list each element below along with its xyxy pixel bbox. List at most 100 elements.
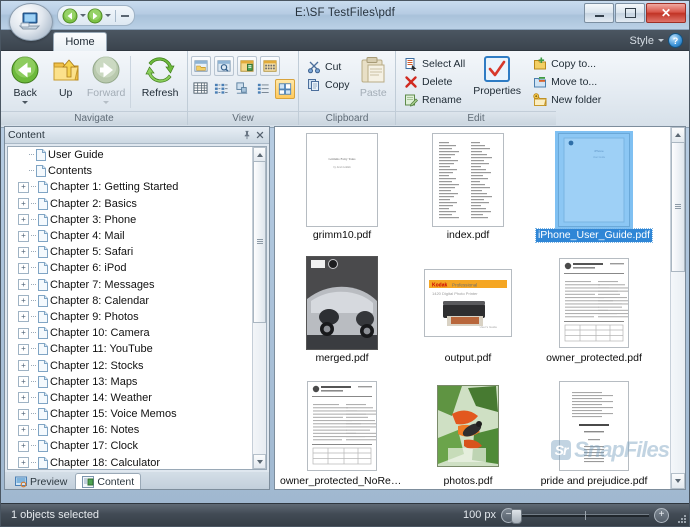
maximize-button[interactable] — [615, 3, 645, 23]
file-item[interactable]: Grimms Fairy Tales by Jacob Grimm grimm10.… — [279, 131, 405, 254]
tree-scroll-thumb[interactable] — [253, 161, 266, 323]
zoom-in-button[interactable]: + — [654, 507, 669, 523]
tree-item[interactable]: + Chapter 2: Basics — [8, 196, 253, 212]
preview-search-icon[interactable] — [214, 56, 234, 76]
file-scrollbar[interactable] — [670, 127, 685, 489]
expand-icon[interactable]: + — [18, 262, 29, 274]
expand-icon[interactable]: + — [18, 246, 29, 258]
tree-item[interactable]: + Chapter 8: Calendar — [8, 293, 253, 309]
tree-item[interactable]: + Chapter 15: Voice Memos — [8, 406, 253, 422]
expand-icon[interactable]: + — [18, 181, 29, 193]
delete-button[interactable]: Delete — [400, 73, 469, 90]
file-item[interactable]: photos.pdf — [405, 377, 531, 489]
file-item[interactable]: Kodak Professional 1420 Digital Photo Prin… — [405, 254, 531, 377]
file-scroll-down-button[interactable] — [671, 473, 685, 489]
tree-item[interactable]: + Chapter 14: Weather — [8, 390, 253, 406]
tree-item[interactable]: + Chapter 12: Stocks — [8, 357, 253, 373]
cut-button[interactable]: Cut — [303, 58, 354, 75]
tiles-icon[interactable] — [233, 79, 251, 97]
tree-item[interactable]: + Chapter 4: Mail — [8, 228, 253, 244]
tree-item[interactable]: + Chapter 11: YouTube — [8, 341, 253, 357]
file-thumbnail[interactable] — [429, 131, 507, 229]
properties-button[interactable]: Properties — [473, 53, 521, 97]
file-scroll-thumb[interactable] — [671, 142, 685, 272]
tree-scroll-up-button[interactable] — [253, 147, 266, 162]
tab-content[interactable]: Content — [75, 473, 142, 489]
file-item[interactable]: index.pdf — [405, 131, 531, 254]
file-item[interactable]: merged.pdf — [279, 254, 405, 377]
expand-icon[interactable]: + — [18, 424, 29, 436]
tree-item[interactable]: + Chapter 7: Messages — [8, 277, 253, 293]
tree-item[interactable]: + Chapter 3: Phone — [8, 212, 253, 228]
back-dropdown-arrow[interactable] — [22, 101, 29, 104]
tree-item[interactable]: + Chapter 18: Calculator — [8, 455, 253, 469]
expand-icon[interactable]: + — [18, 230, 29, 242]
file-name-label[interactable]: owner_protected_NoRes... — [278, 475, 406, 488]
tree-item[interactable]: + Chapter 1: Getting Started — [8, 179, 253, 195]
style-selector[interactable]: Style ? — [630, 33, 683, 48]
tree-item[interactable]: Contents — [8, 163, 253, 179]
file-name-label[interactable]: merged.pdf — [313, 352, 370, 365]
thumbnails-icon[interactable] — [260, 56, 280, 76]
expand-icon[interactable]: + — [18, 440, 29, 452]
file-name-label[interactable]: photos.pdf — [441, 475, 494, 488]
large-thumbnails-icon[interactable] — [275, 79, 295, 99]
help-icon[interactable]: ? — [668, 33, 683, 48]
small-icons-icon[interactable] — [254, 79, 272, 97]
tree-item[interactable]: + Chapter 6: iPod — [8, 260, 253, 276]
up-ribbon-button[interactable]: Up — [45, 53, 85, 99]
pin-icon[interactable] — [240, 129, 253, 142]
expand-icon[interactable]: + — [18, 279, 29, 291]
file-thumbnail[interactable] — [434, 377, 502, 475]
expand-icon[interactable]: + — [18, 360, 29, 372]
tab-preview[interactable]: Preview — [9, 474, 73, 489]
rename-button[interactable]: Rename — [400, 91, 469, 108]
zoom-slider-track[interactable] — [511, 508, 649, 524]
file-item[interactable]: iPhone User Guide iPhone_User_Guide.pdf — [531, 131, 657, 254]
close-button[interactable]: ✕ — [646, 3, 686, 23]
expand-icon[interactable]: + — [18, 295, 29, 307]
file-item[interactable]: pride and prejudice.pdf — [531, 377, 657, 489]
zoom-slider-handle[interactable] — [511, 508, 522, 524]
file-name-label[interactable]: output.pdf — [443, 352, 494, 365]
resize-grip-icon[interactable] — [677, 514, 687, 524]
forward-dropdown-arrow[interactable] — [103, 101, 110, 104]
file-name-label[interactable]: grimm10.pdf — [311, 229, 373, 242]
expand-icon[interactable]: + — [18, 392, 29, 404]
tree-item[interactable]: + Chapter 10: Camera — [8, 325, 253, 341]
refresh-ribbon-button[interactable]: Refresh — [137, 53, 183, 99]
expand-icon[interactable]: + — [18, 214, 29, 226]
paste-button[interactable]: Paste — [356, 53, 391, 99]
tree-item[interactable]: + Chapter 5: Safari — [8, 244, 253, 260]
file-item[interactable]: owner_protected.pdf — [531, 254, 657, 377]
copy-to-button[interactable]: Copy to... — [529, 55, 605, 72]
file-list-view[interactable]: Grimms Fairy Tales by Jacob Grimm grimm10.… — [274, 126, 686, 490]
file-thumbnail[interactable] — [304, 377, 380, 475]
folder-view-icon[interactable] — [191, 56, 211, 76]
expand-icon[interactable]: + — [18, 457, 29, 469]
tree-scrollbar[interactable] — [252, 147, 266, 469]
file-thumbnail[interactable]: Kodak Professional 1420 Digital Photo Prin… — [421, 254, 515, 352]
expand-icon[interactable]: + — [18, 376, 29, 388]
application-icon[interactable] — [9, 3, 53, 41]
tree-item[interactable]: User Guide — [8, 147, 253, 163]
forward-ribbon-button[interactable]: Forward — [86, 53, 126, 104]
file-thumbnail[interactable]: iPhone User Guide — [555, 131, 633, 229]
move-to-button[interactable]: Move to... — [529, 73, 605, 90]
tree-item[interactable]: + Chapter 9: Photos — [8, 309, 253, 325]
file-item[interactable]: owner_protected_NoRes... — [278, 377, 406, 489]
file-scroll-up-button[interactable] — [671, 127, 685, 143]
copy-button[interactable]: Copy — [303, 76, 354, 93]
file-name-label[interactable]: index.pdf — [445, 229, 492, 242]
details-pane-icon[interactable] — [237, 56, 257, 76]
list-icon[interactable] — [212, 79, 230, 97]
back-ribbon-button[interactable]: Back — [5, 53, 45, 104]
file-thumbnail[interactable] — [556, 254, 632, 352]
select-all-button[interactable]: Select All — [400, 55, 469, 72]
file-thumbnail[interactable]: Grimms Fairy Tales by Jacob Grimm — [303, 131, 381, 229]
tree-item[interactable]: + Chapter 16: Notes — [8, 422, 253, 438]
tree-item[interactable]: + Chapter 13: Maps — [8, 374, 253, 390]
tab-home[interactable]: Home — [53, 32, 107, 51]
expand-icon[interactable]: + — [18, 311, 29, 323]
file-thumbnail[interactable] — [556, 377, 632, 475]
